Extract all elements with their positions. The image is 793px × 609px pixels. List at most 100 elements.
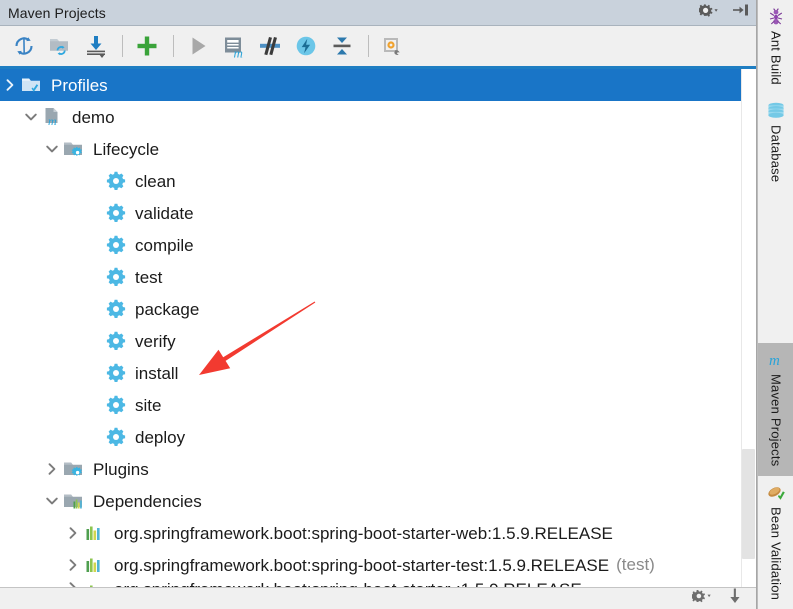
tree-row-dependency-starter-web[interactable]: org.springframework.boot:spring-boot-sta… <box>0 517 756 549</box>
run-maven-build-button[interactable] <box>182 30 214 62</box>
toolbar-separator <box>173 35 174 57</box>
chevron-down-icon[interactable] <box>42 143 62 155</box>
gear-dropdown-icon[interactable] <box>692 589 716 608</box>
sidebar-item-label: Ant Build <box>768 31 784 85</box>
chevron-down-icon[interactable] <box>42 495 62 507</box>
collapse-all-button[interactable] <box>326 30 358 62</box>
tree-row-label: deploy <box>135 427 186 447</box>
tree-row-label: validate <box>135 203 194 223</box>
collapse-all-icon <box>333 37 351 55</box>
lightning-icon <box>296 36 316 56</box>
tree-row-label: org.springframework.boot:spring-boot-sta… <box>114 555 610 575</box>
tree-row-label: org.springframework.boot:spring-boot-sta… <box>114 581 582 587</box>
page-title: Maven Projects <box>8 4 106 21</box>
tree-row-label: test <box>135 267 163 287</box>
tree-row-label: Plugins <box>93 459 149 479</box>
ant-icon <box>766 7 786 27</box>
gear-icon <box>104 362 128 384</box>
tree-row-label: Dependencies <box>93 491 202 511</box>
tool-window-body: Maven Projects m Profiles m demo Lifecyc… <box>0 0 757 609</box>
gear-icon <box>104 234 128 256</box>
tree-row-goal-install[interactable]: install <box>0 357 756 389</box>
gear-icon[interactable] <box>698 3 722 23</box>
tree-rows-container: Profiles m demo Lifecycle clean validate compi… <box>0 69 756 587</box>
chevron-right-icon[interactable] <box>63 581 83 587</box>
tree-row-goal-site[interactable]: site <box>0 389 756 421</box>
tree-row-plugins[interactable]: Plugins <box>0 453 756 485</box>
chevron-right-icon[interactable] <box>63 558 83 572</box>
chevron-down-icon[interactable] <box>21 111 41 123</box>
svg-text:m: m <box>769 353 780 369</box>
run-icon <box>192 37 206 55</box>
settings-wrench-icon <box>384 38 400 55</box>
execute-goal-button[interactable]: m <box>218 30 250 62</box>
tree-vertical-scrollbar[interactable] <box>741 69 756 587</box>
sidebar-item-maven-projects[interactable]: m Maven Projects <box>758 343 793 476</box>
right-tool-sidebar: Ant Build Database m Maven Projects Bean… <box>757 0 793 609</box>
tree-row-profiles[interactable]: Profiles <box>0 69 756 101</box>
sidebar-item-label: Bean Validation <box>768 506 784 600</box>
tree-row-goal-package[interactable]: package <box>0 293 756 325</box>
svg-text:m: m <box>48 114 57 127</box>
tree-row-demo[interactable]: m demo <box>0 101 756 133</box>
maven-m-icon: m <box>766 350 786 370</box>
gear-icon <box>104 426 128 448</box>
download-icon <box>87 36 105 58</box>
tree-row-dependencies[interactable]: Dependencies <box>0 485 756 517</box>
tree-row-label: clean <box>135 171 176 191</box>
toggle-skip-tests-button[interactable] <box>254 30 286 62</box>
tree-row-label: Lifecycle <box>93 139 160 159</box>
generate-sources-button[interactable] <box>44 30 76 62</box>
reimport-projects-button[interactable] <box>8 30 40 62</box>
sidebar-item-label: Database <box>768 124 784 183</box>
chevron-right-icon[interactable] <box>63 526 83 540</box>
down-arrow-icon[interactable] <box>728 588 742 609</box>
tree-row-label: site <box>135 395 162 415</box>
chevron-right-icon[interactable] <box>42 462 62 476</box>
tree-row-label: verify <box>135 331 176 351</box>
maven-settings-button[interactable] <box>377 30 409 62</box>
add-maven-project-button[interactable] <box>131 30 163 62</box>
gear-icon <box>104 330 128 352</box>
sidebar-item-label: Maven Projects <box>768 374 784 467</box>
library-bars-icon <box>83 522 107 544</box>
gear-icon <box>104 394 128 416</box>
plus-icon <box>137 36 157 56</box>
dependency-scope-label: (test) <box>616 555 655 574</box>
folder-gear-icon <box>62 458 86 480</box>
tree-row-label: org.springframework.boot:spring-boot-sta… <box>114 523 613 543</box>
gear-icon <box>104 298 128 320</box>
tree-row-goal-verify[interactable]: verify <box>0 325 756 357</box>
sidebar-item-bean-validation[interactable]: Bean Validation <box>758 476 793 609</box>
tree-row-goal-test[interactable]: test <box>0 261 756 293</box>
tree-row-lifecycle[interactable]: Lifecycle <box>0 133 756 165</box>
tree-row-goal-deploy[interactable]: deploy <box>0 421 756 453</box>
gear-icon <box>104 202 128 224</box>
tree-row-label: Profiles <box>51 75 108 95</box>
sidebar-item-database[interactable]: Database <box>758 94 793 191</box>
tree-row-dependency-starter-test[interactable]: org.springframework.boot:spring-boot-sta… <box>0 549 756 581</box>
sidebar-top-group: Ant Build Database <box>758 0 793 191</box>
maven-toolbar: m <box>0 26 756 69</box>
tree-row-dependency-clipped[interactable]: org.springframework.boot:spring-boot-sta… <box>0 581 756 587</box>
toggle-offline-button[interactable] <box>290 30 322 62</box>
scrollbar-thumb[interactable] <box>742 449 755 559</box>
tree-row-goal-clean[interactable]: clean <box>0 165 756 197</box>
tree-row-label: install <box>135 363 179 383</box>
tree-row-goal-compile[interactable]: compile <box>0 229 756 261</box>
title-bar-controls <box>698 0 750 25</box>
maven-module-icon: m <box>41 106 65 128</box>
download-sources-button[interactable] <box>80 30 112 62</box>
toolbar-separator <box>122 35 123 57</box>
refresh-icon <box>15 37 33 55</box>
chevron-right-icon[interactable] <box>0 78 20 92</box>
folder-refresh-icon <box>50 39 68 56</box>
tree-row-label: compile <box>135 235 194 255</box>
tree-row-goal-validate[interactable]: validate <box>0 197 756 229</box>
svg-text:m: m <box>234 46 243 60</box>
bean-check-icon <box>766 483 786 503</box>
hide-window-icon[interactable] <box>732 3 750 22</box>
sidebar-item-ant-build[interactable]: Ant Build <box>758 0 793 94</box>
maven-project-tree[interactable]: Profiles m demo Lifecycle clean validate compi… <box>0 69 756 587</box>
